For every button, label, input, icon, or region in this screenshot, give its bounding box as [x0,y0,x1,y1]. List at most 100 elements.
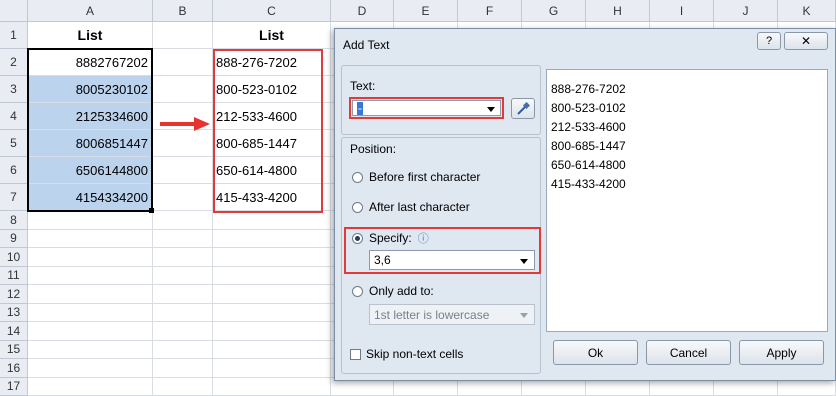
only-add-radio[interactable] [352,286,363,297]
skip-nontext-option[interactable]: Skip non-text cells [350,347,463,361]
right-arrow-icon [160,116,212,132]
cell-c[interactable] [213,267,331,286]
cell-b[interactable] [153,267,213,286]
row-header[interactable]: 2 [0,49,28,76]
only-add-combo[interactable]: 1st letter is lowercase [369,304,535,325]
row-header[interactable]: 11 [0,267,28,286]
cell-b[interactable] [153,341,213,360]
row-header[interactable]: 10 [0,248,28,267]
column-header-b[interactable]: B [153,0,213,22]
cell-c[interactable] [213,322,331,341]
row-header[interactable]: 3 [0,76,28,103]
cell-c[interactable]: List [213,22,331,49]
cell-c[interactable] [213,304,331,323]
text-combo[interactable]: - [352,100,501,116]
column-header-j[interactable]: J [714,0,778,22]
cell-b[interactable] [153,49,213,76]
cell-b[interactable] [153,285,213,304]
cell-a[interactable] [28,304,153,323]
specify-combo[interactable]: 3,6 [369,250,535,270]
cell-a[interactable] [28,267,153,286]
option-before[interactable]: Before first character [352,170,480,184]
column-header-k[interactable]: K [778,0,836,22]
row-header[interactable]: 14 [0,322,28,341]
row-header[interactable]: 16 [0,359,28,378]
column-header-f[interactable]: F [458,0,522,22]
column-header-g[interactable]: G [522,0,586,22]
cell-b[interactable] [153,322,213,341]
row-header[interactable]: 15 [0,341,28,360]
cell-c[interactable] [213,359,331,378]
cell-b[interactable] [153,130,213,157]
cell-a[interactable] [28,322,153,341]
info-icon[interactable]: ⓘ [418,230,429,246]
row-header[interactable]: 4 [0,103,28,130]
row-header[interactable]: 7 [0,184,28,211]
only-add-value: 1st letter is lowercase [374,308,489,322]
cell-a[interactable] [28,248,153,267]
cell-a[interactable] [28,378,153,396]
add-text-dialog: Add Text ? ✕ Text: - Position: Before fi… [334,28,836,381]
cell-b[interactable] [153,304,213,323]
row-header[interactable]: 17 [0,378,28,396]
ok-button[interactable]: Ok [553,340,638,365]
cell-c[interactable] [213,285,331,304]
cell-c[interactable] [213,341,331,360]
select-all-corner[interactable] [0,0,28,22]
cell-b[interactable] [153,359,213,378]
cell-a[interactable] [28,359,153,378]
column-header-c[interactable]: C [213,0,331,22]
only-add-label: Only add to: [369,284,434,298]
before-radio[interactable] [352,172,363,183]
text-value: - [357,102,363,115]
cell-b[interactable] [153,184,213,211]
cell-b[interactable] [153,211,213,230]
after-label: After last character [369,200,470,214]
cell-b[interactable] [153,76,213,103]
column-header-d[interactable]: D [331,0,394,22]
cell-b[interactable] [153,157,213,184]
cell-c[interactable] [213,230,331,249]
preview-line: 415-433-4200 [551,175,827,194]
preview-line: 650-614-4800 [551,156,827,175]
skip-checkbox[interactable] [350,349,361,360]
column-header-h[interactable]: H [586,0,650,22]
preview-line: 212-533-4600 [551,118,827,137]
cell-a[interactable] [28,341,153,360]
column-header-a[interactable]: A [28,0,153,22]
cell-b[interactable] [153,248,213,267]
cell-b[interactable] [153,378,213,396]
row-header[interactable]: 12 [0,285,28,304]
cell-c[interactable] [213,211,331,230]
chevron-down-icon [520,313,528,318]
close-button[interactable]: ✕ [784,32,828,50]
row-header[interactable]: 1 [0,22,28,49]
column-header-e[interactable]: E [394,0,458,22]
row-header[interactable]: 9 [0,230,28,249]
cancel-button[interactable]: Cancel [646,340,731,365]
cell-a[interactable] [28,285,153,304]
cell-c[interactable] [213,248,331,267]
option-only-add[interactable]: Only add to: [352,284,434,298]
row-header[interactable]: 8 [0,211,28,230]
row-header[interactable]: 6 [0,157,28,184]
cell-c[interactable] [213,378,331,396]
result-highlight-box [213,49,323,213]
after-radio[interactable] [352,202,363,213]
cell-b[interactable] [153,22,213,49]
option-specify[interactable]: Specify: ⓘ [352,230,429,246]
eyedropper-button[interactable] [511,98,535,119]
cell-a[interactable] [28,230,153,249]
cell-a[interactable] [28,211,153,230]
option-after[interactable]: After last character [352,200,470,214]
cell-b[interactable] [153,230,213,249]
row-header[interactable]: 5 [0,130,28,157]
cell-a[interactable]: List [28,22,153,49]
apply-button[interactable]: Apply [739,340,824,365]
column-header-i[interactable]: I [650,0,714,22]
help-button[interactable]: ? [757,32,781,50]
row-header[interactable]: 13 [0,304,28,323]
fill-handle[interactable] [149,208,154,213]
specify-radio[interactable] [352,233,363,244]
selection-border [27,48,153,212]
